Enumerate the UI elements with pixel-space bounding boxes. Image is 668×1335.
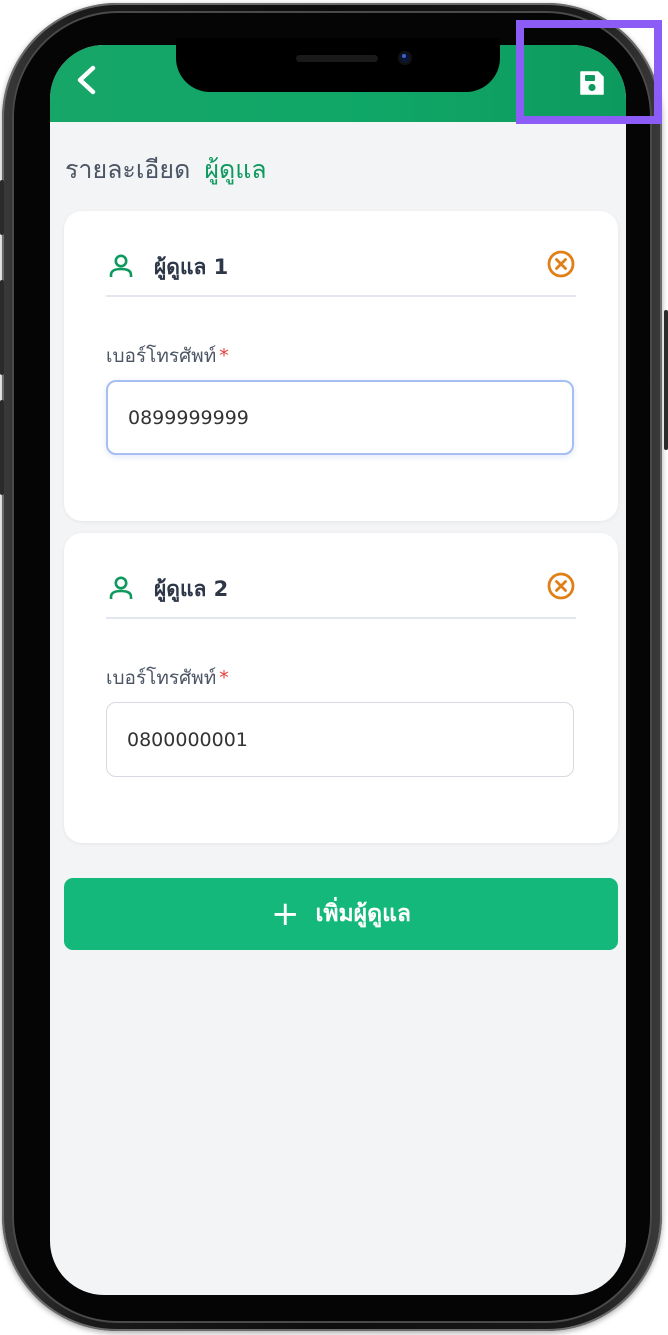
add-caregiver-button[interactable]: + เพิ่มผู้ดูแล bbox=[64, 878, 618, 950]
card-header: ผู้ดูแล 1 bbox=[106, 233, 576, 297]
phone-input[interactable] bbox=[106, 702, 574, 777]
close-circle-icon bbox=[547, 572, 575, 600]
remove-caregiver-button[interactable] bbox=[544, 569, 578, 603]
add-caregiver-label: เพิ่มผู้ดูแล bbox=[315, 901, 411, 927]
card-title: ผู้ดูแล 1 bbox=[154, 255, 229, 279]
remove-caregiver-button[interactable] bbox=[544, 247, 578, 281]
app-screen: รายละเอียด ผู้ดูแล ผู้ดูแล 1 เบอร์โทรศัพ… bbox=[50, 45, 626, 1295]
side-button-power bbox=[664, 310, 668, 450]
phone-notch bbox=[176, 38, 500, 92]
caregiver-card: ผู้ดูแล 1 เบอร์โทรศัพท์ * bbox=[64, 211, 618, 521]
phone-label: เบอร์โทรศัพท์ * bbox=[106, 341, 229, 371]
earpiece-speaker bbox=[296, 55, 378, 62]
chevron-left-icon bbox=[77, 65, 96, 95]
breadcrumb-section: รายละเอียด bbox=[65, 155, 191, 184]
caregiver-card: ผู้ดูแล 2 เบอร์โทรศัพท์ * bbox=[64, 533, 618, 843]
card-title: ผู้ดูแล 2 bbox=[154, 577, 229, 601]
user-icon bbox=[109, 576, 133, 599]
back-button[interactable] bbox=[66, 59, 108, 101]
close-circle-icon bbox=[547, 250, 575, 278]
phone-label-text: เบอร์โทรศัพท์ bbox=[106, 667, 217, 689]
side-button-mute bbox=[0, 180, 4, 235]
save-highlight-box bbox=[516, 20, 662, 124]
phone-label-text: เบอร์โทรศัพท์ bbox=[106, 345, 217, 367]
card-header: ผู้ดูแล 2 bbox=[106, 555, 576, 619]
side-button-volume-up bbox=[0, 280, 4, 375]
required-mark: * bbox=[219, 667, 229, 689]
phone-input[interactable] bbox=[106, 380, 574, 455]
breadcrumb-current: ผู้ดูแล bbox=[204, 155, 267, 184]
required-mark: * bbox=[219, 345, 229, 367]
front-camera bbox=[398, 51, 412, 65]
breadcrumb: รายละเอียด ผู้ดูแล bbox=[65, 150, 267, 190]
plus-icon: + bbox=[270, 894, 300, 934]
user-icon bbox=[109, 254, 133, 277]
phone-label: เบอร์โทรศัพท์ * bbox=[106, 663, 229, 693]
side-button-volume-down bbox=[0, 400, 4, 495]
